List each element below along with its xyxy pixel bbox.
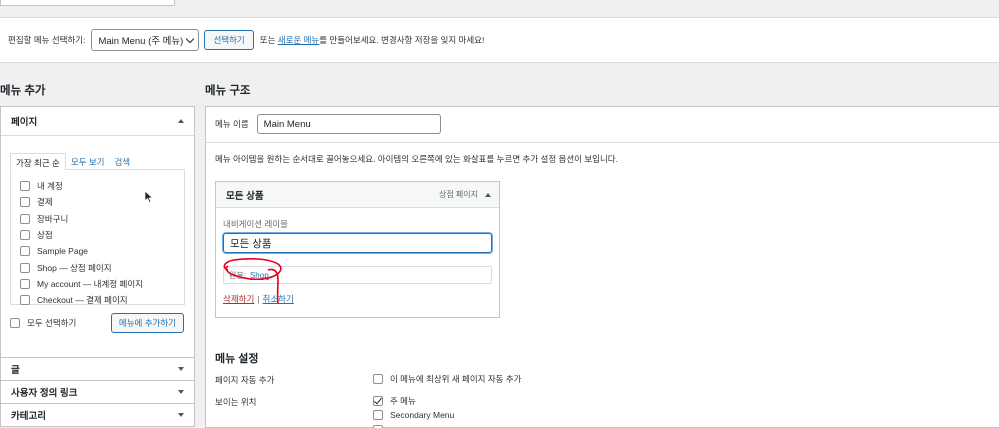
auto-add-option-label: 이 메뉴에 최상위 새 페이지 자동 추가 xyxy=(390,374,522,384)
select-menu-label: 편집할 메뉴 선택하기: xyxy=(8,35,86,45)
menu-select-dropdown[interactable]: Main Menu (주 메뉴) xyxy=(91,29,200,51)
page-label: Checkout — 결제 페이지 xyxy=(37,295,128,306)
menu-item-handle[interactable]: 모든 상품 상점 페이지 xyxy=(216,182,499,208)
collapse-arrow-icon[interactable] xyxy=(178,119,184,123)
categories-section-title: 카테고리 xyxy=(11,411,46,422)
nav-label-caption: 내비게이션 레이블 xyxy=(223,219,288,229)
tab-edit-menus[interactable] xyxy=(0,0,175,6)
select-all-checkbox[interactable] xyxy=(10,318,20,328)
checkbox[interactable] xyxy=(20,246,30,257)
list-item[interactable]: 결제 xyxy=(20,194,184,210)
selected-menu-value: Main Menu (주 메뉴) xyxy=(98,36,184,47)
manage-menus-bar: 편집할 메뉴 선택하기: Main Menu (주 메뉴) 선택하기 또는 새로… xyxy=(0,17,999,63)
page-label: 장바구니 xyxy=(37,213,69,224)
item-collapse-arrow-icon[interactable] xyxy=(485,192,491,197)
mouse-pointer-icon xyxy=(144,190,154,204)
display-location-label: 보이는 위치 xyxy=(215,397,257,407)
hint-text-after: 를 만들어보세요. 변경사항 저장을 잊지 마세요! xyxy=(319,35,485,45)
checkbox[interactable] xyxy=(20,181,30,192)
posts-section-header[interactable]: 글 xyxy=(0,358,195,381)
checkbox[interactable] xyxy=(20,230,30,241)
tab-view-all[interactable]: 모두 보기 xyxy=(66,153,110,170)
add-menu-items-heading: 메뉴 추가 xyxy=(0,85,46,97)
location-option-primary[interactable]: 주 메뉴 xyxy=(373,395,416,407)
menu-item-settings: 내비게이션 레이블 모든 상품 원본: Shop 삭제하기 | 취소하기 xyxy=(216,208,499,317)
menu-name-label: 메뉴 이름 xyxy=(215,119,249,129)
delete-item-link[interactable]: 삭제하기 xyxy=(223,294,254,304)
list-item[interactable]: My account — 내계정 페이지 xyxy=(20,276,184,292)
menu-instructions: 메뉴 아이템을 원하는 순서대로 끌어놓으세요. 아이템의 오른쪽에 있는 화살… xyxy=(215,154,618,164)
create-menu-hint: 또는 새로운 메뉴를 만들어보세요. 변경사항 저장을 잊지 마세요! xyxy=(260,34,485,46)
auto-add-option[interactable]: 이 메뉴에 최상위 새 페이지 자동 추가 xyxy=(373,373,521,385)
auto-add-checkbox[interactable] xyxy=(373,374,383,384)
checkbox[interactable] xyxy=(20,262,30,273)
list-item[interactable]: 장바구니 xyxy=(20,211,184,227)
checkbox[interactable] xyxy=(20,295,30,306)
page-label: 결제 xyxy=(37,197,53,208)
pages-tabs: 가장 최근 순 모두 보기 검색 xyxy=(10,153,185,170)
original-link-box: 원본: Shop xyxy=(223,266,492,284)
header-divider xyxy=(206,142,999,143)
menu-structure-heading: 메뉴 구조 xyxy=(205,85,251,97)
checkbox[interactable] xyxy=(20,278,30,289)
custom-links-section-header[interactable]: 사용자 정의 링크 xyxy=(0,381,195,404)
expand-arrow-icon[interactable] xyxy=(178,390,184,394)
checkbox[interactable] xyxy=(20,213,30,224)
menu-name-input[interactable]: Main Menu xyxy=(256,114,441,134)
page-label: 내 계정 xyxy=(37,181,63,192)
select-menu-button[interactable]: 선택하기 xyxy=(204,30,254,50)
menu-item-controls: 상점 페이지 xyxy=(439,189,491,200)
expand-arrow-icon[interactable] xyxy=(178,413,184,417)
pages-section: 페이지 가장 최근 순 모두 보기 검색 내 계정 결제 장바구니 상점 Sam… xyxy=(0,106,195,358)
menu-item-type: 상점 페이지 xyxy=(438,190,478,199)
posts-section-title: 글 xyxy=(11,365,20,376)
original-label: 원본: xyxy=(229,270,246,280)
pages-section-title: 페이지 xyxy=(11,117,38,128)
cancel-item-link[interactable]: 취소하기 xyxy=(263,294,294,304)
chevron-down-icon xyxy=(186,34,195,43)
select-all-row[interactable]: 모두 선택하기 xyxy=(10,317,76,329)
item-actions: 삭제하기 | 취소하기 xyxy=(223,293,493,305)
hint-text-before: 또는 xyxy=(259,35,276,45)
pages-section-footer: 모두 선택하기 메뉴에 추가하기 xyxy=(10,313,185,333)
secondary-menu-checkbox[interactable] xyxy=(373,410,383,420)
auto-add-label: 페이지 자동 추가 xyxy=(215,375,275,385)
page-label: My account — 내계정 페이지 xyxy=(37,278,143,289)
custom-links-section-title: 사용자 정의 링크 xyxy=(11,388,78,399)
add-items-accordion: 페이지 가장 최근 순 모두 보기 검색 내 계정 결제 장바구니 상점 Sam… xyxy=(0,106,195,427)
nav-label-input[interactable]: 모든 상품 xyxy=(223,233,492,253)
list-item[interactable]: Sample Page xyxy=(20,243,184,259)
tab-most-recent[interactable]: 가장 최근 순 xyxy=(10,153,66,170)
create-new-menu-link[interactable]: 새로운 메뉴 xyxy=(278,35,319,45)
list-item[interactable]: 상점 xyxy=(20,227,184,243)
location-option-secondary[interactable]: Secondary Menu xyxy=(373,410,454,420)
add-to-menu-button[interactable]: 메뉴에 추가하기 xyxy=(110,313,184,333)
tab-search[interactable]: 검색 xyxy=(109,153,135,170)
pages-section-body: 가장 최근 순 모두 보기 검색 내 계정 결제 장바구니 상점 Sample … xyxy=(1,135,194,357)
menu-item-title: 모든 상품 xyxy=(226,190,264,202)
page-label: Sample Page xyxy=(37,246,89,257)
menu-name-row: 메뉴 이름 Main Menu xyxy=(215,114,441,134)
location-label: Secondary Menu xyxy=(390,410,455,420)
top-tab-strip xyxy=(0,0,999,6)
select-all-label: 모두 선택하기 xyxy=(27,318,77,328)
menu-item-all-products: 모든 상품 상점 페이지 내비게이션 레이블 모든 상품 원본: Shop 삭제… xyxy=(215,181,500,318)
checkbox[interactable] xyxy=(20,197,30,208)
original-shop-link[interactable]: Shop xyxy=(250,271,269,280)
list-item[interactable]: 내 계정 xyxy=(20,178,184,194)
menu-edit-panel: 메뉴 이름 Main Menu 메뉴 아이템을 원하는 순서대로 끌어놓으세요.… xyxy=(205,106,999,428)
expand-arrow-icon[interactable] xyxy=(178,367,184,371)
list-item[interactable]: Shop — 상점 페이지 xyxy=(20,259,184,275)
pages-section-header[interactable]: 페이지 xyxy=(1,107,194,135)
list-item[interactable]: Checkout — 결제 페이지 xyxy=(20,292,184,308)
action-separator: | xyxy=(257,294,260,304)
primary-menu-checkbox[interactable] xyxy=(373,396,383,406)
page-label: Shop — 상점 페이지 xyxy=(37,262,112,273)
page-label: 상점 xyxy=(37,230,53,241)
menu-settings-heading: 메뉴 설정 xyxy=(215,353,259,365)
categories-section-header[interactable]: 카테고리 xyxy=(0,404,195,427)
location-label: 주 메뉴 xyxy=(390,396,416,406)
pages-checklist: 내 계정 결제 장바구니 상점 Sample Page Shop — 상점 페이… xyxy=(10,169,185,308)
